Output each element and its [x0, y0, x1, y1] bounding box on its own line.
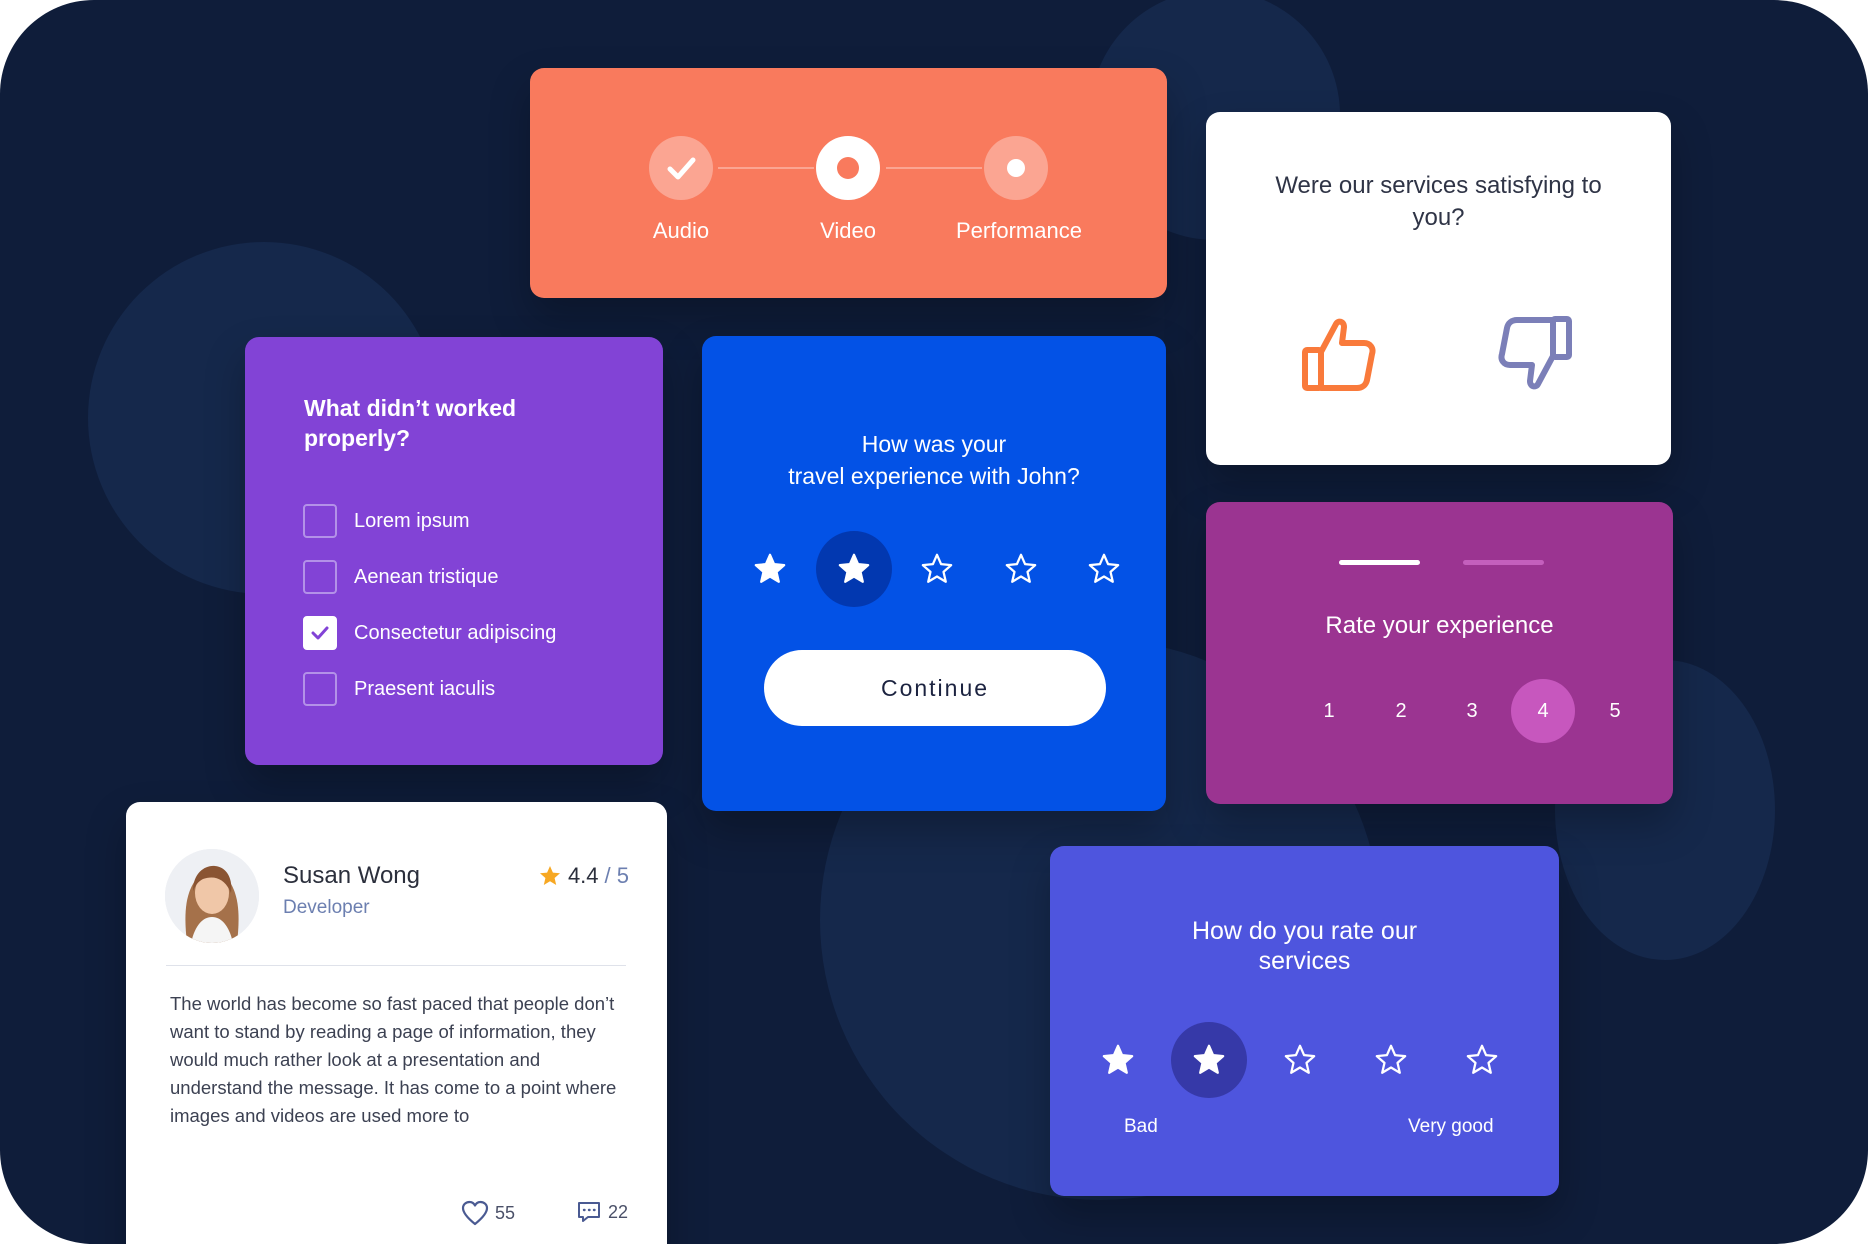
heart-icon	[461, 1200, 489, 1226]
review-card: Susan Wong Developer 4.4 / 5 The world h…	[126, 802, 667, 1244]
star-icon	[1005, 553, 1036, 583]
services-question-line: How do you rate our	[1191, 917, 1418, 945]
checklist-item[interactable]: Lorem ipsum	[303, 503, 470, 539]
satisfaction-card: Were our services satisfying to you?	[1206, 112, 1671, 465]
pager-indicator-active[interactable]	[1339, 560, 1420, 565]
rating-low-label: Bad	[1124, 1116, 1158, 1137]
step-label: Video	[820, 218, 876, 243]
reviewer-role: Developer	[283, 897, 370, 918]
step-label: Performance	[956, 218, 1082, 243]
thumbs-up-icon	[1302, 318, 1376, 391]
star-icon	[1102, 1044, 1134, 1074]
star-icon	[1466, 1044, 1498, 1074]
step-performance[interactable]: Performance	[956, 136, 1082, 244]
checkbox[interactable]	[303, 672, 337, 706]
checklist-item[interactable]: Aenean tristique	[303, 559, 499, 595]
checklist-item[interactable]: Consectetur adipiscing	[303, 615, 556, 651]
checklist-title: What didn’t worked properly?	[304, 395, 517, 451]
star-1-button[interactable]	[732, 531, 808, 607]
satisfaction-question: Were our services satisfying to you?	[1275, 172, 1602, 231]
rating-option-5[interactable]: 5	[1583, 679, 1647, 743]
star-icon	[838, 553, 869, 583]
step-label: Audio	[652, 218, 710, 243]
travel-rating-card: How was your travel experience with John…	[702, 336, 1166, 811]
rating-option-4[interactable]: 4	[1511, 679, 1575, 743]
check-icon	[667, 157, 696, 180]
review-rating-max: / 5	[604, 863, 629, 888]
rating-option-3[interactable]: 3	[1440, 679, 1504, 743]
star-2-button[interactable]	[815, 531, 892, 607]
star-icon	[539, 866, 560, 885]
rate-experience-card: Rate your experience 1 2 3 4 5	[1206, 502, 1673, 804]
star-icon	[1088, 553, 1120, 583]
star-icon	[1284, 1044, 1316, 1074]
checklist-item-label: Praesent iaculis	[354, 677, 496, 700]
checkbox[interactable]	[303, 560, 337, 594]
checklist-card: What didn’t worked properly? Lorem ipsum…	[245, 337, 663, 765]
checklist-item-label: Consectetur adipiscing	[354, 621, 557, 644]
star-icon	[921, 553, 953, 583]
checkbox[interactable]	[303, 504, 337, 538]
star-4-button[interactable]	[983, 531, 1059, 607]
travel-question-line: travel experience with John?	[788, 463, 1080, 489]
rate-experience-title: Rate your experience	[1325, 612, 1554, 639]
travel-question: How was your travel experience with John…	[702, 428, 1166, 492]
thumbs-down-icon	[1498, 316, 1572, 390]
star-icon	[754, 553, 786, 583]
comment-button[interactable]: 22	[576, 1200, 628, 1224]
star-2-button[interactable]	[1171, 1022, 1247, 1098]
star-5-button[interactable]	[1066, 531, 1142, 607]
star-icon	[1375, 1044, 1407, 1074]
rating-high-label: Very good	[1408, 1116, 1494, 1137]
checklist-item[interactable]: Praesent iaculis	[303, 671, 495, 707]
travel-star-rating	[732, 531, 1142, 607]
step-completed-indicator	[649, 136, 713, 200]
checkbox-checked[interactable]	[303, 616, 337, 650]
step-upcoming-indicator	[984, 136, 1048, 200]
divider	[166, 965, 626, 966]
star-3-button[interactable]	[899, 531, 975, 607]
star-4-button[interactable]	[1353, 1022, 1429, 1098]
comment-icon	[578, 1202, 600, 1222]
step-video[interactable]: Video	[788, 136, 908, 244]
checklist-item-label: Aenean tristique	[354, 565, 499, 588]
pager-indicator[interactable]	[1463, 560, 1544, 565]
thumbs-up-button[interactable]	[1298, 312, 1382, 396]
stepper-card: Audio Video Performance	[530, 68, 1167, 298]
services-star-rating	[1080, 1022, 1520, 1098]
step-audio[interactable]: Audio	[621, 136, 741, 244]
rating-option-1[interactable]: 1	[1297, 679, 1361, 743]
services-question-line: services	[1258, 947, 1351, 975]
like-count: 55	[495, 1202, 516, 1223]
showcase-canvas: Audio Video Performance Were our service…	[0, 0, 1868, 1244]
review-text: The world has become so fast paced that …	[170, 993, 617, 1126]
review-rating-value: 4.4	[567, 863, 599, 888]
travel-question-line: How was your	[861, 431, 1007, 457]
star-1-button[interactable]	[1080, 1022, 1156, 1098]
step-current-indicator	[816, 136, 880, 200]
services-rating-card: How do you rate our services Bad Very go…	[1050, 846, 1559, 1196]
avatar-portrait	[165, 849, 259, 943]
services-question: How do you rate our services	[1050, 916, 1559, 976]
star-3-button[interactable]	[1262, 1022, 1338, 1098]
review-rating: 4.4 / 5	[538, 863, 629, 889]
dot-icon	[837, 157, 859, 179]
star-icon	[1193, 1044, 1225, 1074]
star-5-button[interactable]	[1444, 1022, 1520, 1098]
continue-button[interactable]: Continue	[764, 650, 1106, 726]
checklist-item-label: Lorem ipsum	[354, 509, 470, 532]
check-icon	[311, 626, 329, 640]
reviewer-name: Susan Wong	[283, 862, 420, 889]
dot-icon	[1007, 159, 1025, 177]
rating-option-2[interactable]: 2	[1369, 679, 1433, 743]
thumbs-down-button[interactable]	[1492, 312, 1576, 396]
avatar	[165, 849, 259, 943]
comment-count: 22	[608, 1201, 629, 1222]
like-button[interactable]: 55	[461, 1200, 515, 1226]
